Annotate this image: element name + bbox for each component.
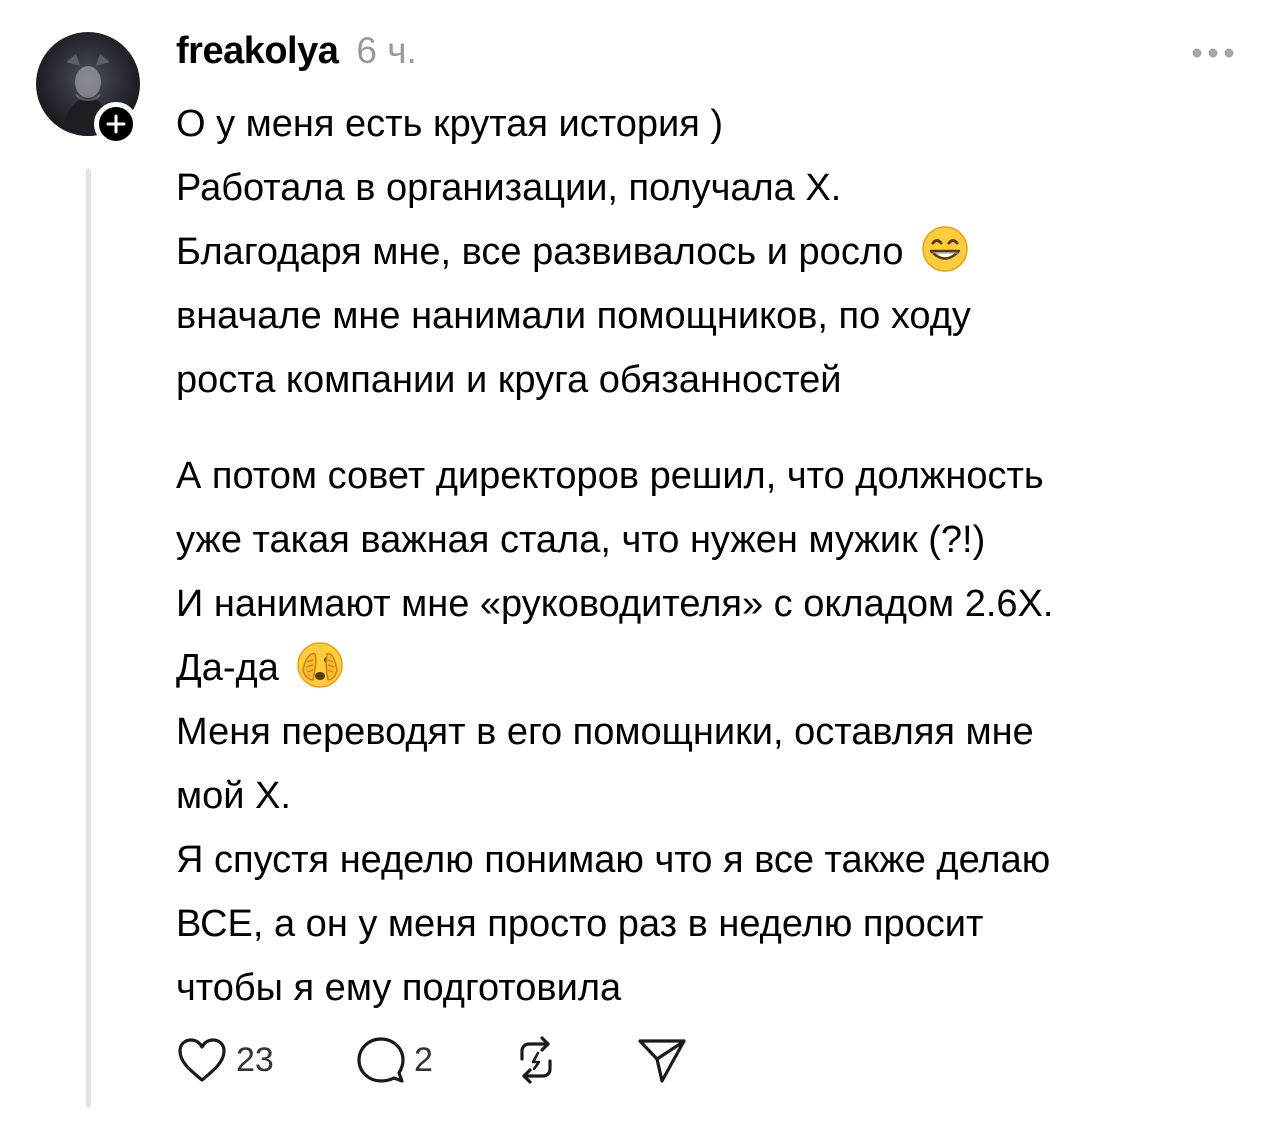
post-line: Да-да (176, 636, 1256, 700)
like-count: 23 (236, 1040, 274, 1079)
post-line: чтобы я ему подготовила (176, 967, 622, 1009)
send-icon (638, 1039, 686, 1083)
reply-button[interactable]: 2 (356, 1030, 433, 1090)
post-line: Я спустя неделю понимаю что я все также … (176, 839, 1051, 881)
post-line: О у меня есть крутая история ) (176, 103, 724, 145)
share-button[interactable] (636, 1030, 688, 1090)
like-button[interactable]: 23 (176, 1036, 274, 1084)
post-line: Работала в организации, получала Х. (176, 167, 842, 209)
post-line: уже такая важная стала, что нужен мужик … (176, 519, 986, 561)
heart-icon (178, 1038, 226, 1082)
face-with-peeking-eye-emoji-icon (297, 642, 344, 688)
more-icon (1192, 48, 1234, 58)
thread-line (86, 168, 91, 1108)
follow-button[interactable] (94, 102, 138, 146)
post-line: А потом совет директоров решил, что долж… (176, 455, 1044, 497)
grinning-emoji-icon (922, 226, 968, 272)
post-line: ВСЕ, а он у меня просто раз в неделю про… (176, 903, 984, 945)
comment-icon (357, 1037, 405, 1083)
post-line: Благодаря мне, все развивалось и росло (176, 220, 1256, 284)
post-line: вначале мне нанимали помощников, по ходу (176, 295, 971, 337)
post-line: Меня переводят в его помощники, оставляя… (176, 711, 1034, 753)
post-line-text: Благодаря мне, все развивалось и росло (176, 231, 904, 273)
post-body: О у меня есть крутая история ) Работала … (176, 92, 1256, 1020)
post-line: роста компании и круга обязанностей (176, 359, 842, 401)
repost-button[interactable] (510, 1030, 562, 1090)
reply-count: 2 (414, 1040, 433, 1079)
post-line: И нанимают мне «руководителя» с окладом … (176, 583, 1054, 625)
plus-icon (106, 114, 126, 134)
username[interactable]: freakolya (176, 30, 339, 73)
avatar-container (36, 32, 140, 146)
thread-post: freakolya 6 ч. О у меня есть крутая исто… (0, 0, 1280, 1121)
post-header: freakolya 6 ч. (176, 30, 417, 80)
post-line-text: Да-да (176, 647, 279, 689)
action-bar: 23 2 (176, 1030, 686, 1090)
post-time: 6 ч. (356, 30, 417, 71)
post-line: мой Х. (176, 775, 291, 817)
more-button[interactable] (1190, 38, 1236, 68)
repost-icon (520, 1036, 552, 1084)
